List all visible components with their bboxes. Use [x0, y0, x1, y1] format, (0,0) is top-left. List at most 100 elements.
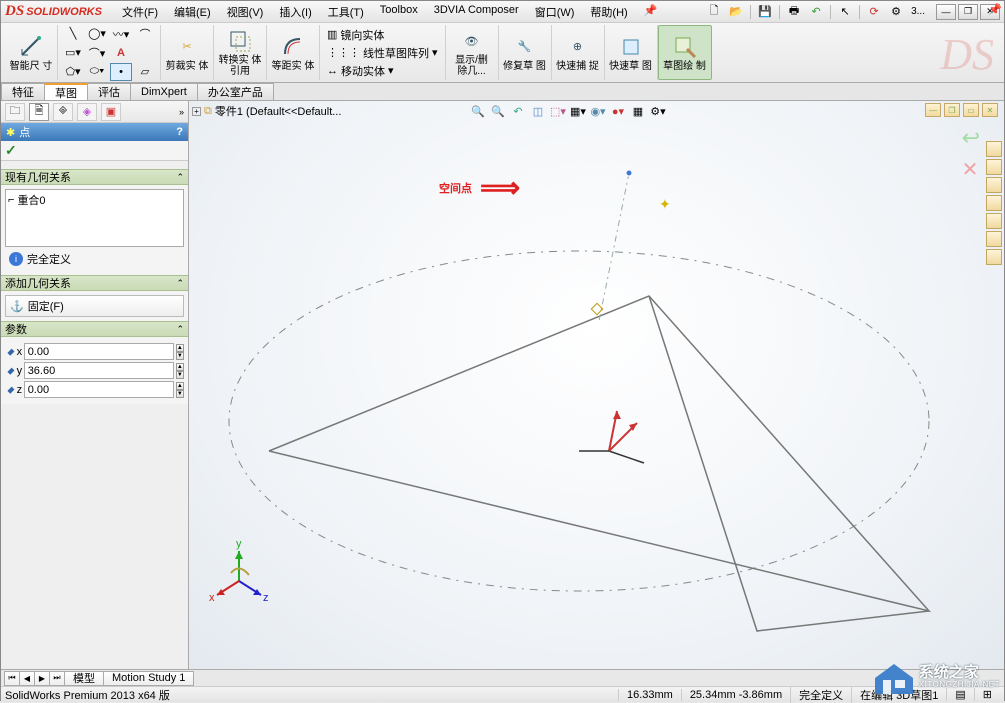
offset-button[interactable]: 等距实 体	[271, 34, 315, 72]
section-existing-relations[interactable]: 现有几何关系⌃	[1, 169, 188, 185]
tab-features[interactable]: 特征	[1, 83, 45, 100]
background-logo-icon: DS	[940, 29, 994, 80]
x-spinner[interactable]: ▲▼	[176, 344, 184, 360]
confirm-cancel-icon[interactable]: ✕	[962, 157, 980, 182]
param-z-input[interactable]	[24, 381, 174, 398]
undo-icon[interactable]: ↶	[806, 3, 826, 21]
plane-tool-icon[interactable]: ▱	[134, 63, 156, 81]
section-parameters[interactable]: 参数⌃	[1, 321, 188, 337]
point-tool-icon[interactable]: •	[110, 63, 132, 81]
tp-file-explorer-icon[interactable]	[986, 177, 1002, 193]
tab-motion-study[interactable]: Motion Study 1	[103, 671, 194, 686]
menu-toolbox[interactable]: Toolbox	[374, 2, 424, 22]
trim-button[interactable]: ✂ 剪裁实 体	[165, 34, 209, 72]
relations-listbox[interactable]: ⌐ 重合0	[5, 189, 184, 247]
tp-appearances-icon[interactable]	[986, 213, 1002, 229]
menu-window[interactable]: 窗口(W)	[529, 2, 581, 22]
info-icon: i	[9, 252, 23, 266]
menu-pin-icon[interactable]: 📌	[638, 2, 664, 22]
quick-sketch-button[interactable]: 快速草 图	[609, 34, 653, 72]
ribbon: DS 智能尺 寸 ╲ ◯▾ 〰▾ ⌒ ▭▾ ⌒▾ A ⬠▾ ⬭▾ • ▱ ✂ 剪…	[1, 23, 1004, 83]
section-add-relations[interactable]: 添加几何关系⌃	[1, 275, 188, 291]
spline-tool-icon[interactable]: 〰▾	[110, 25, 132, 43]
tp-design-lib-icon[interactable]	[986, 159, 1002, 175]
status-bar: SolidWorks Premium 2013 x64 版 16.33mm 25…	[1, 686, 1004, 702]
pm-pin-icon[interactable]: 📌	[988, 3, 1002, 16]
tp-forum-icon[interactable]	[986, 249, 1002, 265]
menu-edit[interactable]: 编辑(E)	[168, 2, 217, 22]
tab-model[interactable]: 模型	[64, 671, 104, 686]
y-spinner[interactable]: ▲▼	[176, 363, 184, 379]
tab-nav-last[interactable]: ⏭	[49, 671, 65, 686]
save-icon[interactable]: 💾	[755, 3, 775, 21]
param-z-row: z ▲▼	[5, 381, 184, 398]
menu-view[interactable]: 视图(V)	[221, 2, 270, 22]
feature-tree-tab[interactable]: 🗀	[5, 103, 25, 121]
tp-custom-props-icon[interactable]	[986, 231, 1002, 247]
sketch-draw-button[interactable]: 草图绘 制	[663, 34, 707, 72]
show-hide-button[interactable]: 👁 显示/删 除几...	[450, 28, 494, 77]
display-tab[interactable]: ▣	[101, 103, 121, 121]
arc-tool-icon[interactable]: ⌒▾	[86, 44, 108, 62]
print-icon[interactable]: 🖶	[784, 3, 804, 21]
param-bullet-icon	[7, 348, 14, 355]
tp-resources-icon[interactable]	[986, 141, 1002, 157]
quick-snap-button[interactable]: ⊕ 快速捕 捉	[556, 34, 600, 72]
logo-ds-icon: DS	[5, 3, 24, 20]
mirror-button[interactable]: ▥镜向实体	[324, 26, 387, 44]
param-y-input[interactable]	[24, 362, 174, 379]
smart-dimension-button[interactable]: 智能尺 寸	[9, 34, 53, 72]
tp-view-palette-icon[interactable]	[986, 195, 1002, 211]
repair-sketch-button[interactable]: 🔧 修复草 图	[503, 34, 547, 72]
move-entities-button[interactable]: ↔移动实体▾	[324, 62, 397, 80]
z-spinner[interactable]: ▲▼	[176, 382, 184, 398]
menu-help[interactable]: 帮助(H)	[584, 2, 633, 22]
relation-item[interactable]: 重合0	[17, 192, 45, 208]
param-y-label: y	[17, 365, 24, 377]
confirmation-corner: ↩ ✕	[962, 125, 980, 182]
ok-check-icon[interactable]: ✓	[5, 142, 17, 159]
text-tool-icon[interactable]: A	[110, 44, 132, 62]
tab-evaluate[interactable]: 评估	[87, 83, 131, 100]
move-icon: ↔	[327, 65, 338, 77]
tab-nav-first[interactable]: ⏮	[4, 671, 20, 686]
maximize-button[interactable]: ❐	[958, 4, 978, 20]
dimxpert-tab[interactable]: ◈	[77, 103, 97, 121]
line-tool-icon[interactable]: ╲	[62, 25, 84, 43]
panel-expand-icon[interactable]: »	[179, 107, 184, 117]
circle-tool-icon[interactable]: ◯▾	[86, 25, 108, 43]
pm-help-button[interactable]: ?	[176, 126, 183, 138]
tab-nav-next[interactable]: ▶	[34, 671, 50, 686]
rebuild-icon[interactable]: ⟳	[864, 3, 884, 21]
menu-insert[interactable]: 插入(I)	[273, 2, 317, 22]
config-tab[interactable]: 🞜	[53, 103, 73, 121]
param-x-input[interactable]	[24, 343, 174, 360]
tab-nav-prev[interactable]: ◀	[19, 671, 35, 686]
options-icon[interactable]: ⚙	[886, 3, 906, 21]
linear-pattern-button[interactable]: ⋮⋮⋮线性草图阵列▾	[324, 44, 441, 62]
menu-3dvia[interactable]: 3DVIA Composer	[428, 2, 525, 22]
confirm-ok-icon[interactable]: ↩	[962, 125, 980, 151]
svg-text:x: x	[209, 592, 215, 604]
polygon-tool-icon[interactable]: ⬠▾	[62, 63, 84, 81]
tab-dimxpert[interactable]: DimXpert	[130, 83, 198, 100]
ribbon-group-modify: ▥镜向实体 ⋮⋮⋮线性草图阵列▾ ↔移动实体▾	[320, 25, 446, 80]
property-mgr-tab[interactable]: 🗎	[29, 103, 49, 121]
new-doc-icon[interactable]: 🗋	[704, 3, 724, 21]
open-icon[interactable]: 📂	[726, 3, 746, 21]
select-cursor-icon[interactable]: ↖	[835, 3, 855, 21]
tab-sketch[interactable]: 草图	[44, 83, 88, 100]
menu-tools[interactable]: 工具(T)	[322, 2, 370, 22]
fix-relation-button[interactable]: ⚓ 固定(F)	[5, 295, 184, 317]
param-y-row: y ▲▼	[5, 362, 184, 379]
convert-entities-button[interactable]: 转换实 体引用	[218, 28, 262, 77]
arc-line-icon[interactable]: ⌒	[134, 25, 156, 43]
rect-tool-icon[interactable]: ▭▾	[62, 44, 84, 62]
graphics-area[interactable]: + ⧉ 零件1 (Default<<Default... 🔍 🔍 ↶ ◫ ⬚▾ …	[189, 101, 1004, 669]
minimize-button[interactable]: —	[936, 4, 956, 20]
menu-file[interactable]: 文件(F)	[116, 2, 164, 22]
ribbon-group-sketch-active: 草图绘 制	[658, 25, 712, 80]
param-bullet-icon	[7, 386, 14, 393]
tab-office[interactable]: 办公室产品	[197, 83, 274, 100]
ellipse-tool-icon[interactable]: ⬭▾	[86, 63, 108, 81]
